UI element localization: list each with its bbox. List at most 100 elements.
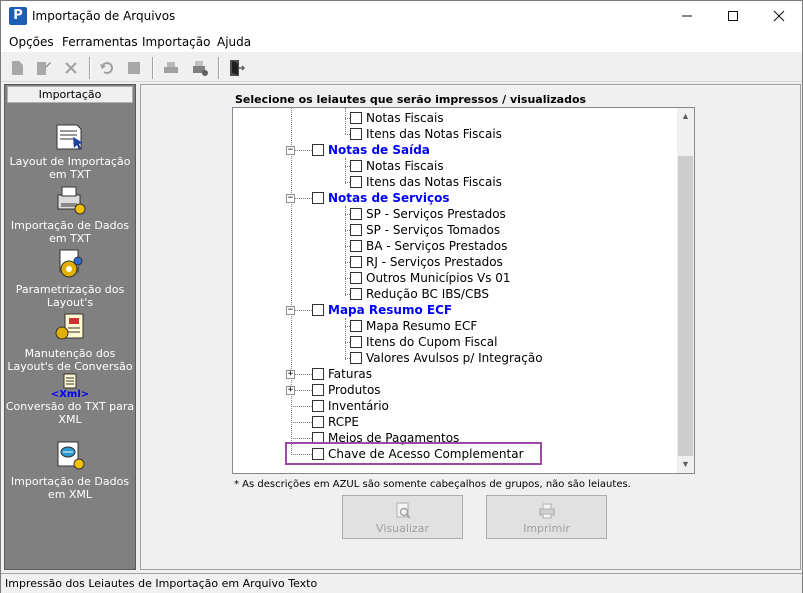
expand-toggle[interactable]: + [286, 386, 295, 395]
status-text: Impressão dos Leiautes de Importação em … [5, 577, 318, 590]
tree-line [345, 326, 350, 327]
menu-importacao[interactable]: Importação [142, 35, 210, 49]
tree-node-label: Valores Avulsos p/ Integração [366, 351, 543, 365]
layout-txt-icon [56, 124, 83, 150]
tree-node-label: Redução BC IBS/CBS [366, 287, 489, 301]
tree-line [345, 318, 346, 360]
toolbar [1, 53, 802, 82]
tree-line [291, 422, 312, 423]
tree-node-label: Notas Fiscais [366, 111, 444, 125]
expand-toggle[interactable]: + [286, 370, 295, 379]
tree-node-label: Itens das Notas Fiscais [366, 175, 502, 189]
tree-line [345, 182, 350, 183]
collapse-toggle[interactable]: − [286, 306, 295, 315]
tree-line [345, 246, 350, 247]
tree-checkbox[interactable] [350, 336, 362, 348]
tree-checkbox[interactable] [350, 256, 362, 268]
toolbar-separator [218, 57, 220, 79]
tree-node-label: Mapa Resumo ECF [366, 319, 478, 333]
imprimir-label: Imprimir [523, 522, 570, 535]
close-button[interactable] [756, 1, 802, 32]
tree-checkbox[interactable] [312, 192, 324, 204]
menu-ajuda[interactable]: Ajuda [217, 35, 251, 49]
nav-label: Manutenção dos Layout's de Conversão [7, 347, 133, 373]
tree-line [291, 438, 312, 439]
delete-icon[interactable] [61, 58, 81, 78]
nav-conversao-txt-xml[interactable]: <Xml> Conversão do TXT para XML [5, 373, 135, 426]
status-bar: Impressão dos Leiautes de Importação em … [1, 573, 802, 593]
nav-importacao-dados-xml[interactable]: Importação de Dados em XML [5, 439, 135, 501]
menu-ferramentas[interactable]: Ferramentas [62, 35, 138, 49]
tree-checkbox[interactable] [350, 224, 362, 236]
nav-importacao-dados-txt[interactable]: Importação de Dados em TXT [5, 183, 135, 245]
tree-checkbox[interactable] [350, 128, 362, 140]
stop-icon[interactable] [124, 58, 144, 78]
tree-node-label: SP - Serviços Tomados [366, 223, 501, 237]
import-txt-icon [57, 186, 86, 215]
tree-node-label: SP - Serviços Prestados [366, 207, 506, 221]
menu-opcoes[interactable]: Opções [9, 35, 54, 49]
nav-label: Importação de Dados em TXT [10, 219, 130, 245]
tree-line [345, 158, 346, 184]
tree-line [345, 108, 346, 134]
maximize-button[interactable] [710, 1, 756, 32]
nav-parametrizacao-layouts[interactable]: Parametrização dos Layout's [5, 247, 135, 309]
undo-icon[interactable] [97, 58, 117, 78]
tree-node-label: Produtos [328, 383, 381, 397]
tree-checkbox[interactable] [350, 320, 362, 332]
tree-checkbox[interactable] [312, 304, 324, 316]
tree-node-label: RJ - Serviços Prestados [366, 255, 503, 269]
app-window: P Importação de Arquivos Opções Ferramen… [0, 0, 803, 593]
collapse-toggle[interactable]: − [286, 146, 295, 155]
tree-checkbox[interactable] [350, 352, 362, 364]
scroll-thumb[interactable] [678, 156, 693, 456]
tree-checkbox[interactable] [312, 144, 324, 156]
tree-node-label: Itens das Notas Fiscais [366, 127, 502, 141]
tree-node-label: RCPE [328, 415, 359, 429]
nav-label: Parametrização dos Layout's [15, 283, 125, 309]
toolbar-separator [89, 57, 91, 79]
tree-node-label: Inventário [328, 399, 389, 413]
tree-checkbox[interactable] [312, 400, 324, 412]
left-panel-header: Importação [7, 86, 133, 103]
tree-line [345, 230, 350, 231]
collapse-toggle[interactable]: − [286, 194, 295, 203]
tree-checkbox[interactable] [350, 160, 362, 172]
tree-node-label: BA - Serviços Prestados [366, 239, 508, 253]
tree-node-label: Outros Municípios Vs 01 [366, 271, 511, 285]
print-icon[interactable] [161, 58, 181, 78]
tree-checkbox[interactable] [350, 176, 362, 188]
app-icon: P [9, 7, 27, 25]
tree-checkbox[interactable] [312, 368, 324, 380]
tree-scrollbar[interactable]: ▲ ▼ [677, 108, 694, 473]
visualizar-button[interactable]: Visualizar [342, 495, 463, 539]
print-setup-icon[interactable] [190, 58, 210, 78]
tree-line [345, 206, 346, 296]
edit-icon[interactable] [33, 58, 53, 78]
tree-checkbox[interactable] [312, 384, 324, 396]
tree-checkbox[interactable] [312, 416, 324, 428]
toolbar-separator [152, 57, 154, 79]
import-xml-icon [57, 441, 85, 470]
highlight-box [285, 442, 542, 465]
tree-line [345, 342, 350, 343]
tree-checkbox[interactable] [350, 112, 362, 124]
tree-line [345, 214, 350, 215]
tree-checkbox[interactable] [350, 272, 362, 284]
new-icon[interactable] [7, 58, 27, 78]
tree-line [345, 278, 350, 279]
scroll-down-arrow[interactable]: ▼ [677, 456, 694, 473]
tree-checkbox[interactable] [350, 240, 362, 252]
scroll-up-arrow[interactable]: ▲ [677, 108, 694, 125]
minimize-button[interactable] [664, 1, 710, 32]
tree-checkbox[interactable] [350, 208, 362, 220]
nav-layout-importacao-txt[interactable]: Layout de Importação em TXT [5, 119, 135, 181]
exit-door-icon[interactable] [226, 58, 246, 78]
imprimir-button[interactable]: Imprimir [486, 495, 607, 539]
layout-tree[interactable]: Notas Fiscais Itens das Notas Fiscais Nota… [232, 107, 695, 474]
tree-node-label: Faturas [328, 367, 373, 381]
tree-line [345, 134, 350, 135]
tree-checkbox[interactable] [350, 288, 362, 300]
nav-manutencao-layouts-conversao[interactable]: Manutenção dos Layout's de Conversão [5, 311, 135, 373]
tree-title: Selecione os leiautes que serão impresso… [235, 93, 587, 106]
